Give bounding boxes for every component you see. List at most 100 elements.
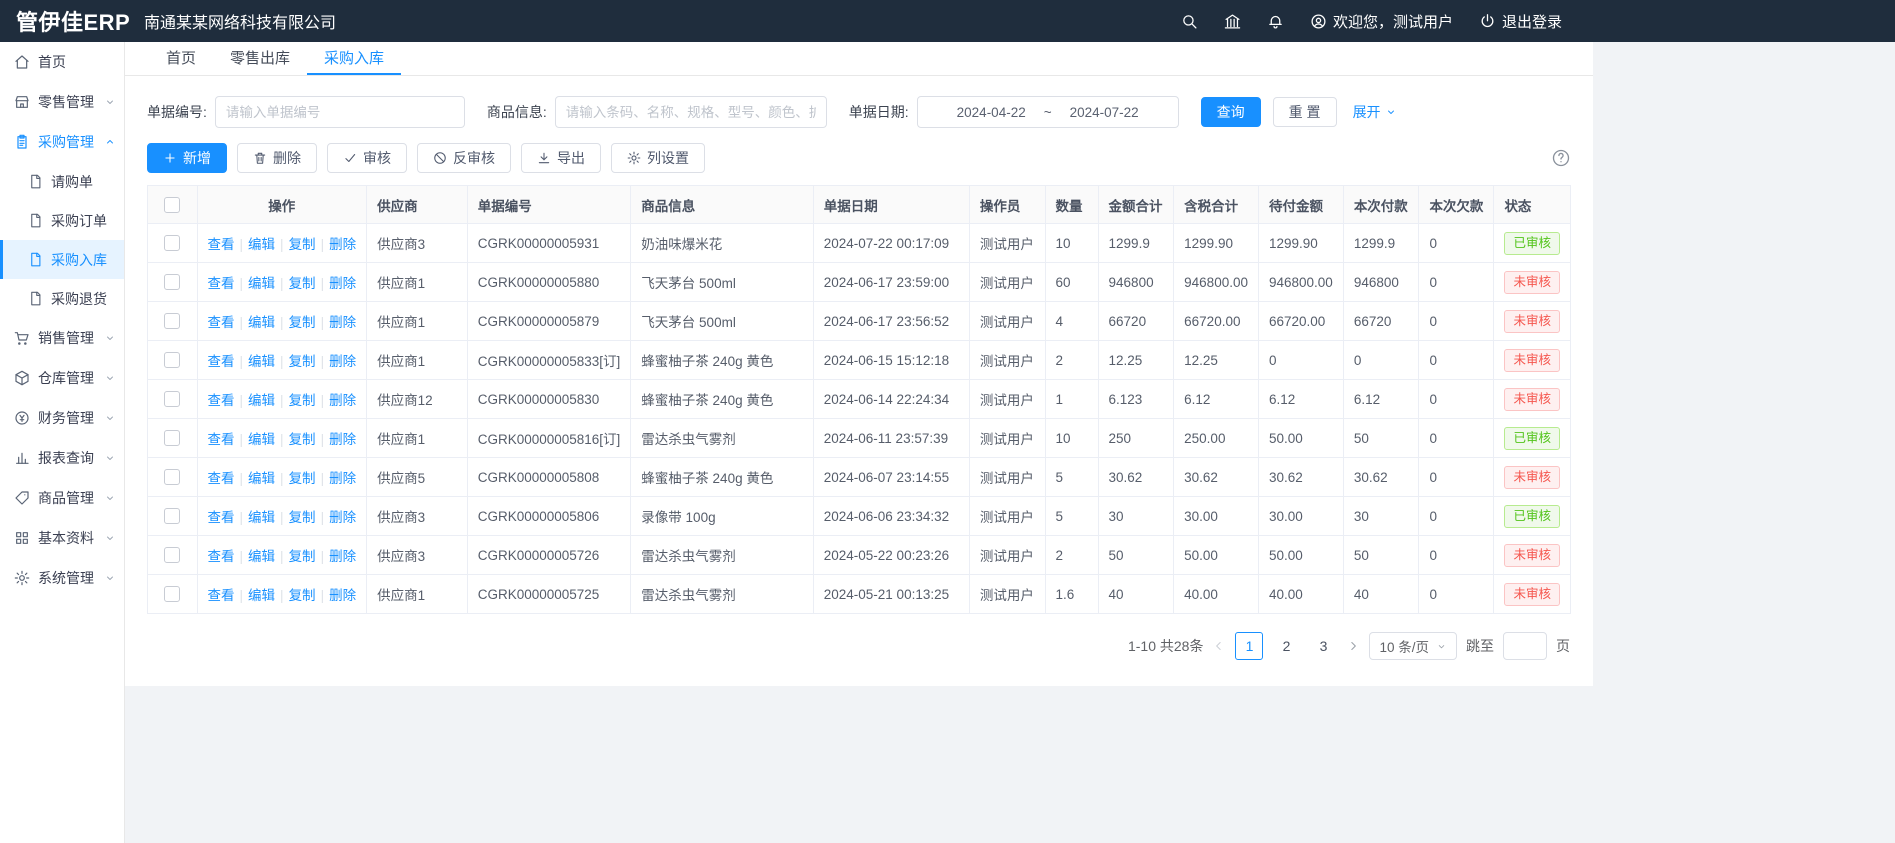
row-action-view[interactable]: 查看 — [208, 510, 235, 525]
sidebar-item-purchase[interactable]: 采购管理 — [0, 122, 124, 162]
row-action-delete[interactable]: 删除 — [329, 393, 356, 408]
row-action-view[interactable]: 查看 — [208, 315, 235, 330]
row-action-view[interactable]: 查看 — [208, 354, 235, 369]
row-checkbox[interactable] — [164, 508, 180, 524]
sidebar-item-retail[interactable]: 零售管理 — [0, 82, 124, 122]
search-button[interactable]: 查询 — [1201, 97, 1261, 127]
sidebar-item-report[interactable]: 报表查询 — [0, 438, 124, 478]
next-page-button[interactable] — [1346, 639, 1360, 653]
row-action-view[interactable]: 查看 — [208, 588, 235, 603]
pagination-summary: 1-10 共28条 — [1128, 636, 1203, 656]
sidebar-item-home[interactable]: 首页 — [0, 42, 124, 82]
row-action-delete[interactable]: 删除 — [329, 471, 356, 486]
row-action-view[interactable]: 查看 — [208, 276, 235, 291]
sidebar-item-purchase-inbound[interactable]: 采购入库 — [0, 240, 124, 279]
row-action-delete[interactable]: 删除 — [329, 315, 356, 330]
row-action-delete[interactable]: 删除 — [329, 354, 356, 369]
product-input[interactable] — [555, 96, 827, 128]
row-action-delete[interactable]: 删除 — [329, 276, 356, 291]
row-action-copy[interactable]: 复制 — [289, 315, 316, 330]
row-action-copy[interactable]: 复制 — [289, 588, 316, 603]
reset-button[interactable]: 重 置 — [1273, 97, 1337, 127]
cell-paid: 50 — [1343, 419, 1419, 458]
date-range-picker[interactable]: 2024-04-22 ~ 2024-07-22 — [917, 96, 1179, 128]
row-action-view[interactable]: 查看 — [208, 393, 235, 408]
row-checkbox[interactable] — [164, 313, 180, 329]
header-site-button[interactable] — [1224, 13, 1241, 30]
user-menu[interactable]: 欢迎您，测试用户 — [1310, 11, 1453, 32]
header-search-button[interactable] — [1181, 13, 1198, 30]
prev-page-button[interactable] — [1212, 639, 1226, 653]
cell-qty: 10 — [1045, 419, 1098, 458]
row-checkbox[interactable] — [164, 547, 180, 563]
page-button-1[interactable]: 1 — [1235, 632, 1263, 660]
row-action-copy[interactable]: 复制 — [289, 354, 316, 369]
row-action-copy[interactable]: 复制 — [289, 471, 316, 486]
row-checkbox[interactable] — [164, 274, 180, 290]
sidebar-item-purchase-return[interactable]: 采购退货 — [0, 279, 124, 318]
code-input[interactable] — [215, 96, 465, 128]
page-button-2[interactable]: 2 — [1272, 632, 1300, 660]
row-action-edit[interactable]: 编辑 — [248, 276, 275, 291]
sidebar-item-purchase-request[interactable]: 请购单 — [0, 162, 124, 201]
audit-button[interactable]: 审核 — [327, 143, 407, 173]
row-action-delete[interactable]: 删除 — [329, 588, 356, 603]
row-action-edit[interactable]: 编辑 — [248, 510, 275, 525]
sidebar-item-finance[interactable]: 财务管理 — [0, 398, 124, 438]
row-action-delete[interactable]: 删除 — [329, 549, 356, 564]
row-action-edit[interactable]: 编辑 — [248, 432, 275, 447]
cell-select — [148, 341, 198, 380]
logout-button[interactable]: 退出登录 — [1479, 11, 1562, 32]
row-action-copy[interactable]: 复制 — [289, 237, 316, 252]
row-action-edit[interactable]: 编辑 — [248, 549, 275, 564]
select-all-checkbox[interactable] — [164, 197, 180, 213]
row-action-delete[interactable]: 删除 — [329, 237, 356, 252]
row-action-view[interactable]: 查看 — [208, 237, 235, 252]
row-checkbox[interactable] — [164, 430, 180, 446]
tab-retail-outbound[interactable]: 零售出库 — [213, 42, 307, 75]
row-action-edit[interactable]: 编辑 — [248, 237, 275, 252]
sidebar-item-sales[interactable]: 销售管理 — [0, 318, 124, 358]
row-action-copy[interactable]: 复制 — [289, 510, 316, 525]
expand-link[interactable]: 展开 — [1353, 102, 1397, 122]
sidebar-item-system[interactable]: 系统管理 — [0, 558, 124, 598]
help-button[interactable] — [1551, 148, 1571, 168]
row-action-edit[interactable]: 编辑 — [248, 315, 275, 330]
page-button-3[interactable]: 3 — [1309, 632, 1337, 660]
add-button[interactable]: 新增 — [147, 143, 227, 173]
row-action-view[interactable]: 查看 — [208, 471, 235, 486]
row-action-copy[interactable]: 复制 — [289, 432, 316, 447]
row-action-edit[interactable]: 编辑 — [248, 588, 275, 603]
tab-home[interactable]: 首页 — [149, 42, 213, 75]
row-action-view[interactable]: 查看 — [208, 549, 235, 564]
row-action-edit[interactable]: 编辑 — [248, 471, 275, 486]
row-checkbox[interactable] — [164, 352, 180, 368]
columns-button[interactable]: 列设置 — [611, 143, 705, 173]
row-action-copy[interactable]: 复制 — [289, 393, 316, 408]
page-jump-input[interactable] — [1503, 632, 1547, 660]
row-checkbox[interactable] — [164, 235, 180, 251]
row-checkbox[interactable] — [164, 586, 180, 602]
sidebar-item-warehouse[interactable]: 仓库管理 — [0, 358, 124, 398]
sidebar-item-goods[interactable]: 商品管理 — [0, 478, 124, 518]
sidebar-item-purchase-order[interactable]: 采购订单 — [0, 201, 124, 240]
row-action-edit[interactable]: 编辑 — [248, 354, 275, 369]
table-row: 查看|编辑|复制|删除供应商12CGRK00000005830蜂蜜柚子茶 240… — [148, 380, 1571, 419]
row-action-copy[interactable]: 复制 — [289, 276, 316, 291]
delete-button[interactable]: 删除 — [237, 143, 317, 173]
export-button[interactable]: 导出 — [521, 143, 601, 173]
tab-purchase-inbound[interactable]: 采购入库 — [307, 42, 401, 75]
unaudit-button[interactable]: 反审核 — [417, 143, 511, 173]
status-badge: 未审核 — [1504, 544, 1560, 567]
sidebar-item-basic[interactable]: 基本资料 — [0, 518, 124, 558]
header-notifications-button[interactable] — [1267, 13, 1284, 30]
row-action-delete[interactable]: 删除 — [329, 510, 356, 525]
row-action-copy[interactable]: 复制 — [289, 549, 316, 564]
page-size-select[interactable]: 10 条/页 — [1369, 632, 1457, 660]
row-action-view[interactable]: 查看 — [208, 432, 235, 447]
row-checkbox[interactable] — [164, 391, 180, 407]
app-logo[interactable]: 管伊佳ERP — [16, 5, 132, 37]
row-action-delete[interactable]: 删除 — [329, 432, 356, 447]
row-checkbox[interactable] — [164, 469, 180, 485]
row-action-edit[interactable]: 编辑 — [248, 393, 275, 408]
